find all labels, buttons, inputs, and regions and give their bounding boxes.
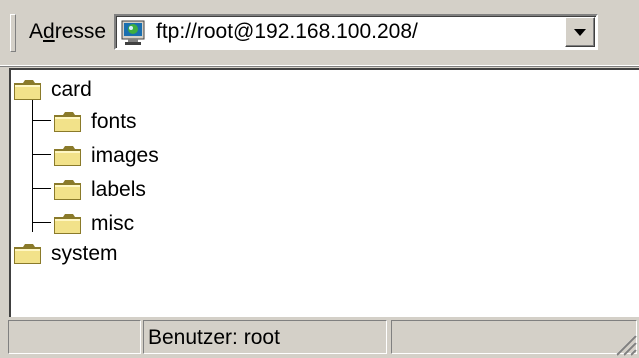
folder-icon — [54, 214, 81, 234]
folder-icon — [54, 112, 81, 132]
tree-connector — [32, 222, 51, 223]
folder-icon — [14, 244, 41, 264]
explorer-window: Adresse ftp://root@192.168.100.208/ card… — [0, 0, 639, 358]
resize-grip-icon[interactable] — [611, 330, 637, 356]
address-label: Adresse — [29, 20, 107, 43]
folder-tree[interactable]: card fonts images labels misc system — [9, 68, 639, 317]
tree-item-label: fonts — [91, 110, 137, 133]
status-user-text: Benutzer: root — [148, 326, 280, 349]
address-combobox[interactable]: ftp://root@192.168.100.208/ — [114, 14, 598, 50]
tree-connector — [32, 120, 51, 121]
status-bar: Benutzer: root — [0, 318, 639, 358]
tree-item-label: labels — [91, 178, 146, 201]
folder-icon — [54, 146, 81, 166]
tree-connector — [32, 154, 51, 155]
status-panel-3 — [391, 320, 637, 354]
folder-icon — [14, 80, 41, 100]
tree-item-label: system — [51, 242, 118, 265]
address-dropdown-button[interactable] — [565, 17, 595, 47]
toolbar-grip[interactable] — [10, 14, 16, 52]
tree-item-label: card — [51, 78, 92, 101]
tree-connector — [32, 98, 33, 232]
address-input[interactable]: ftp://root@192.168.100.208/ — [156, 20, 418, 44]
folder-icon — [54, 180, 81, 200]
tree-item-label: images — [91, 144, 159, 167]
tree-item-label: misc — [91, 212, 135, 235]
status-panel-1 — [8, 320, 141, 354]
ftp-globe-icon — [121, 20, 145, 45]
tree-connector — [32, 188, 51, 189]
address-toolbar: Adresse ftp://root@192.168.100.208/ — [0, 0, 639, 67]
status-panel-user: Benutzer: root — [143, 320, 387, 354]
